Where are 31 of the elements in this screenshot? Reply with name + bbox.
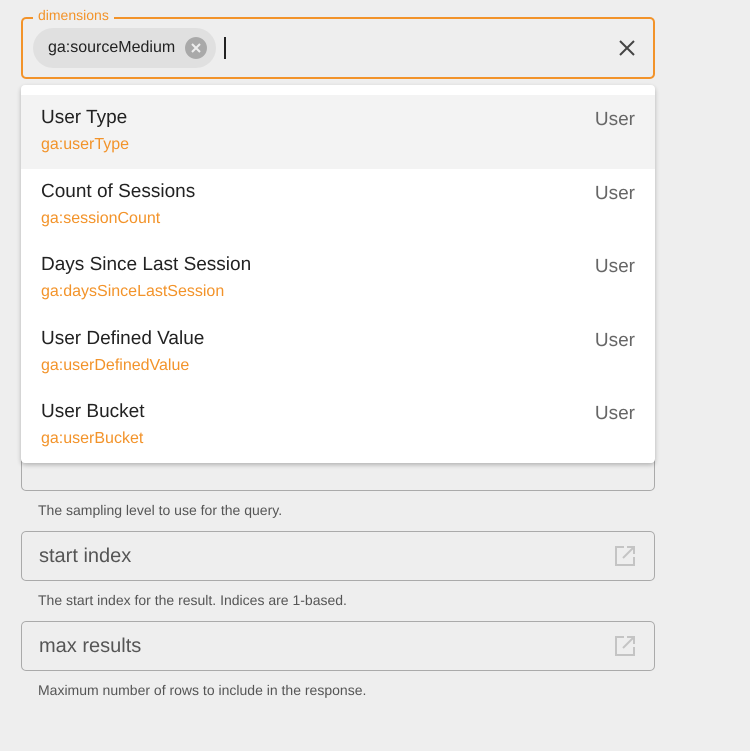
text-cursor [224,37,226,59]
dimension-id: ga:sessionCount [41,210,162,228]
remove-chip-icon[interactable] [185,37,208,59]
external-link-icon[interactable] [613,634,637,658]
dimension-name: User Bucket [41,401,144,423]
dropdown-item[interactable]: User Type ga:userType User [21,95,655,168]
helper-text: The sampling level to use for the query. [37,501,284,520]
dimension-group: User [594,107,635,168]
dimension-group: User [594,180,635,242]
dropdown-item[interactable]: Days Since Last Session ga:daysSinceLastSession User [21,242,655,316]
dimension-group: User [594,328,635,389]
dropdown-item[interactable]: User Defined Value ga:userDefinedValue User [21,316,655,389]
helper-text: The start index for the result. Indices are 1-based. [37,591,348,610]
helper-text: Maximum number of rows to include in the response. [37,681,368,700]
input-field[interactable]: start index [21,531,655,581]
dimension-id: ga:userType [41,136,130,154]
dropdown-item[interactable]: User Bucket ga:userBucket User [21,389,655,462]
dimension-id: ga:userBucket [41,430,144,448]
clear-icon[interactable] [619,40,635,56]
dimension-name: Count of Sessions [41,180,196,202]
dimension-id: ga:userDefinedValue [41,356,190,374]
external-link-icon[interactable] [613,544,637,568]
dimension-name: Days Since Last Session [41,254,252,276]
dimension-group: User [594,254,635,316]
dimension-name: User Type [41,107,128,129]
input-field[interactable]: max results [21,621,655,671]
chip-text: ga:sourceMedium [48,39,176,57]
dropdown-item[interactable]: Count of Sessions ga:sessionCount User [21,168,655,242]
dimension-name: User Defined Value [41,328,204,350]
dimension-group: User [594,401,635,462]
dimension-id: ga:daysSinceLastSession [41,283,226,301]
